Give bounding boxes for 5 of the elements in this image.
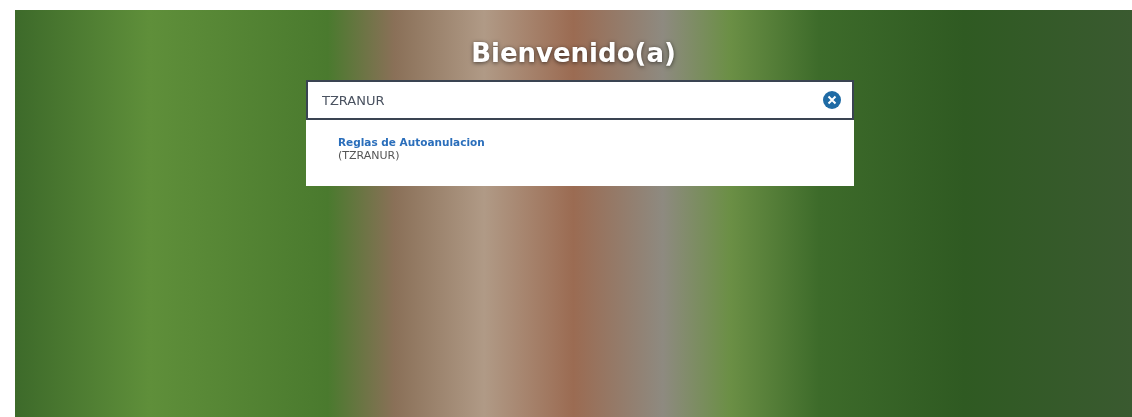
welcome-heading: Bienvenido(a) [471,37,676,70]
clear-icon[interactable] [823,91,841,109]
search-field[interactable]: TZRANUR [306,80,854,120]
result-code: (TZRANUR) [338,149,400,163]
result-link[interactable]: Reglas de Autoanulacion [338,136,485,150]
